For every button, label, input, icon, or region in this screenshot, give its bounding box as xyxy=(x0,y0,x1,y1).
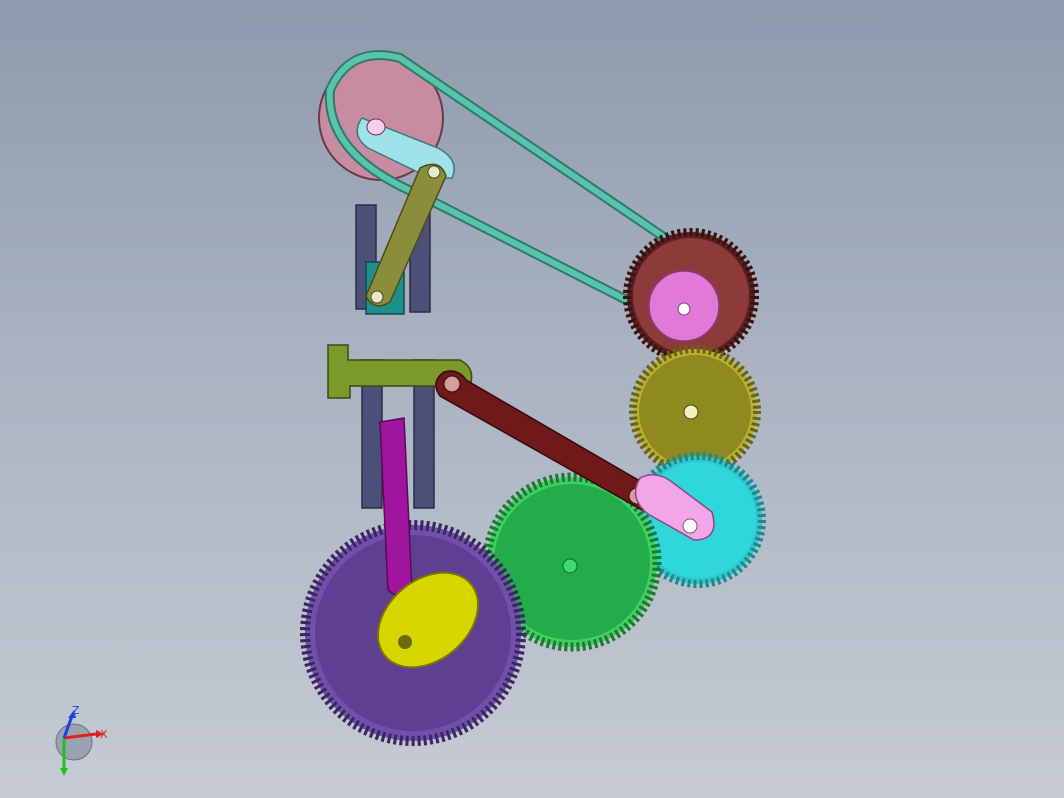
olive-gear[interactable] xyxy=(629,345,761,477)
pink-hub[interactable] xyxy=(648,270,720,342)
cad-viewport[interactable]: X Z xyxy=(0,0,1064,798)
z-axis-label: Z xyxy=(72,704,80,717)
y-axis-arrowhead xyxy=(60,768,68,776)
coordinate-triad: X Z xyxy=(55,704,108,776)
x-axis-label: X xyxy=(100,728,108,741)
